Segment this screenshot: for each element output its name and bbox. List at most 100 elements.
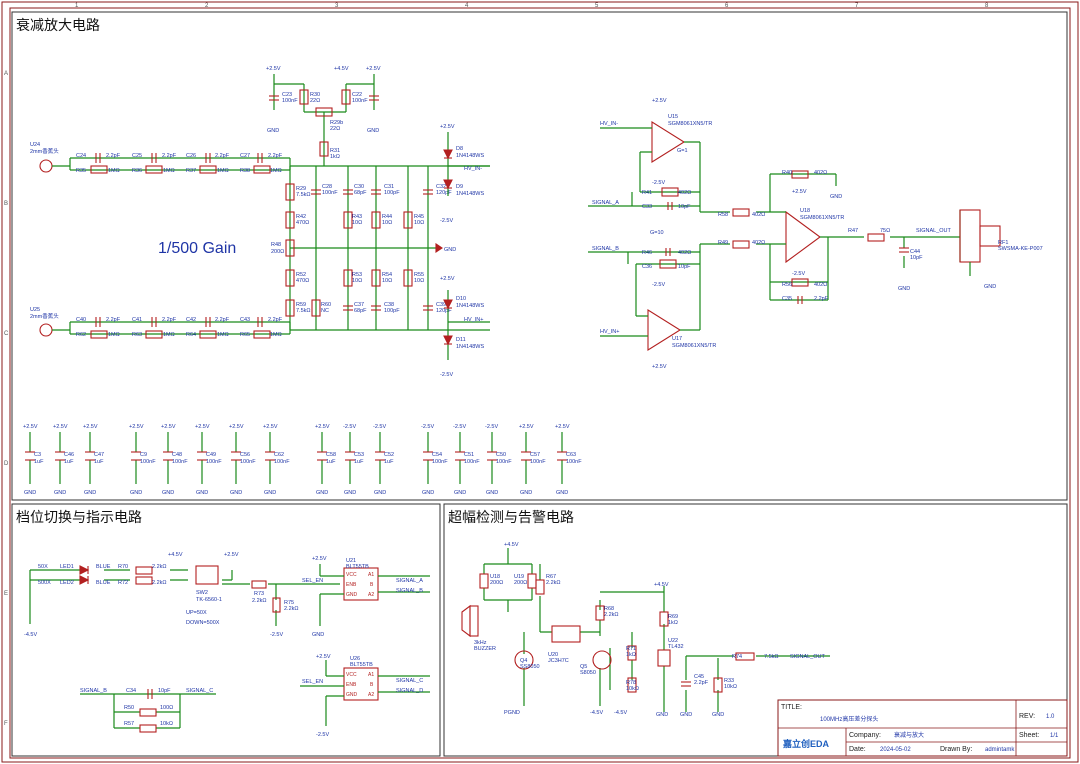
svg-text:100pF: 100pF <box>384 190 400 196</box>
svg-text:ENB: ENB <box>346 682 357 688</box>
svg-text:10Ω: 10Ω <box>382 220 392 226</box>
svg-text:R41: R41 <box>642 190 652 196</box>
svg-text:BLT55TB: BLT55TB <box>346 564 369 570</box>
bias-network: C23100nF R3022Ω C22100nF R29b22Ω R311kΩ … <box>266 66 381 166</box>
svg-text:BLUE: BLUE <box>96 580 111 586</box>
svg-text:+2.5V: +2.5V <box>792 189 807 195</box>
svg-text:1MΩ: 1MΩ <box>108 332 120 338</box>
schematic-sheet: 1 2 3 4 5 6 7 8 A B C D E F 衰减放大电路 档位切换与… <box>1 1 1079 763</box>
svg-text:2.2kΩ: 2.2kΩ <box>546 580 561 586</box>
svg-text:+2.5V: +2.5V <box>440 124 455 130</box>
svg-text:2.2kΩ: 2.2kΩ <box>252 598 267 604</box>
svg-text:2.2pF: 2.2pF <box>106 317 121 323</box>
svg-text:A1: A1 <box>368 572 374 578</box>
svg-text:-2.5V: -2.5V <box>373 424 386 430</box>
svg-text:U17: U17 <box>672 336 682 342</box>
signal-a-b-nets: SIGNAL_A SIGNAL_B <box>588 200 632 253</box>
svg-text:1kΩ: 1kΩ <box>330 154 340 160</box>
svg-text:GND: GND <box>367 128 379 134</box>
svg-text:SIGNAL_OUT: SIGNAL_OUT <box>790 654 825 660</box>
svg-text:7.5kΩ: 7.5kΩ <box>296 192 311 198</box>
svg-text:1N4148WS: 1N4148WS <box>456 303 484 309</box>
svg-text:GND: GND <box>898 286 910 292</box>
svg-text:100nF: 100nF <box>274 459 290 465</box>
svg-text:1MΩ: 1MΩ <box>270 168 282 174</box>
svg-text:C54: C54 <box>432 452 442 458</box>
svg-text:C25: C25 <box>132 153 142 159</box>
svg-text:100nF: 100nF <box>206 459 222 465</box>
svg-text:SS8050: SS8050 <box>520 664 540 670</box>
mux-u26: VCC ENB GND A1 B A2 U26 BLT55TB SIGNAL_C… <box>300 654 430 738</box>
decoupling-cap: +2.5V C31uF GND <box>23 424 44 496</box>
svg-text:75Ω: 75Ω <box>880 228 890 234</box>
svg-text:-4.5V: -4.5V <box>590 710 603 716</box>
svg-text:SEL_EN: SEL_EN <box>302 679 323 685</box>
gain-label: 1/500 Gain <box>158 240 236 257</box>
svg-text:R65: R65 <box>240 332 250 338</box>
decoupling-cap: +2.5V C461uF GND <box>53 424 74 496</box>
svg-text:1MΩ: 1MΩ <box>270 332 282 338</box>
sheet-value: 1/1 <box>1050 733 1059 739</box>
svg-text:1N4148WS: 1N4148WS <box>456 344 484 350</box>
svg-text:GND: GND <box>830 194 842 200</box>
svg-text:C58: C58 <box>326 452 336 458</box>
svg-text:200Ω: 200Ω <box>514 580 527 586</box>
svg-text:TK-6560-1: TK-6560-1 <box>196 597 222 603</box>
svg-text:10pF: 10pF <box>158 688 171 694</box>
svg-text:10pF: 10pF <box>910 255 923 261</box>
feedback-c34: SIGNAL_B SIGNAL_C C34 10pF R50 100Ω R57 … <box>80 688 216 733</box>
svg-text:+2.5V: +2.5V <box>83 424 98 430</box>
svg-text:GND: GND <box>230 490 242 496</box>
input-connector-u25: U25 2mm香蕉头 <box>30 307 59 337</box>
svg-text:SIGNAL_C: SIGNAL_C <box>396 678 423 684</box>
svg-text:470Ω: 470Ω <box>296 278 309 284</box>
rev-value: 1.0 <box>1046 714 1055 720</box>
svg-text:2mm香蕉头: 2mm香蕉头 <box>30 312 59 320</box>
ruler-row-a: A <box>4 71 8 77</box>
svg-text:10pF: 10pF <box>678 264 691 270</box>
svg-text:C40: C40 <box>76 317 86 323</box>
company-label: Company: <box>849 732 881 739</box>
svg-text:+2.5V: +2.5V <box>312 556 327 562</box>
bottom-chain-components: C40 2.2pF C41 2.2pF C42 2.2pF C43 2.2pF R62 1… <box>76 317 283 339</box>
svg-text:10kΩ: 10kΩ <box>160 721 173 727</box>
decoupling-cap: +2.5V C471uF GND <box>83 424 104 496</box>
svg-text:-2.5V: -2.5V <box>485 424 498 430</box>
decoupling-cap: +2.5V C9100nF GND <box>129 424 156 496</box>
svg-text:+2.5V: +2.5V <box>519 424 534 430</box>
svg-text:LED1: LED1 <box>60 564 74 570</box>
decoupling-capacitors: +2.5VC31uFGND +2.5VC461uFGND +2.5VC471uFGN… <box>23 424 582 496</box>
svg-text:GND: GND <box>24 490 36 496</box>
svg-text:R50: R50 <box>124 705 134 711</box>
svg-text:10Ω: 10Ω <box>414 220 424 226</box>
svg-text:+2.5V: +2.5V <box>266 66 281 72</box>
svg-text:10Ω: 10Ω <box>352 220 362 226</box>
decoupling-cap: -2.5V C521uF GND <box>373 424 394 496</box>
svg-text:S8050: S8050 <box>580 670 596 676</box>
svg-text:R70: R70 <box>118 564 128 570</box>
svg-text:402Ω: 402Ω <box>678 190 691 196</box>
inner-border <box>9 7 1071 759</box>
svg-text:+2.5V: +2.5V <box>555 424 570 430</box>
svg-text:1kΩ: 1kΩ <box>626 652 636 658</box>
svg-text:+2.5V: +2.5V <box>316 654 331 660</box>
svg-text:+4.5V: +4.5V <box>334 66 349 72</box>
svg-text:UP=50X: UP=50X <box>186 610 207 616</box>
svg-text:-2.5V: -2.5V <box>652 282 665 288</box>
svg-text:1N4148WS: 1N4148WS <box>456 191 484 197</box>
svg-text:+2.5V: +2.5V <box>440 276 455 282</box>
svg-text:NC: NC <box>321 308 329 314</box>
svg-text:100nF: 100nF <box>432 459 448 465</box>
date-label: Date: <box>849 746 866 753</box>
svg-text:500X: 500X <box>38 580 51 586</box>
svg-text:SGM8061XN5/TR: SGM8061XN5/TR <box>800 215 844 221</box>
section-title-alarm: 超幅检测与告警电路 <box>448 509 574 525</box>
svg-text:2.2kΩ: 2.2kΩ <box>152 564 167 570</box>
svg-text:GND: GND <box>267 128 279 134</box>
svg-text:R57: R57 <box>124 721 134 727</box>
svg-text:R56: R56 <box>782 282 792 288</box>
sheet-border <box>1 1 1079 763</box>
decoupling-cap: +2.5V C62100nF GND <box>263 424 290 496</box>
svg-text:2.2pF: 2.2pF <box>215 317 230 323</box>
svg-text:+2.5V: +2.5V <box>161 424 176 430</box>
